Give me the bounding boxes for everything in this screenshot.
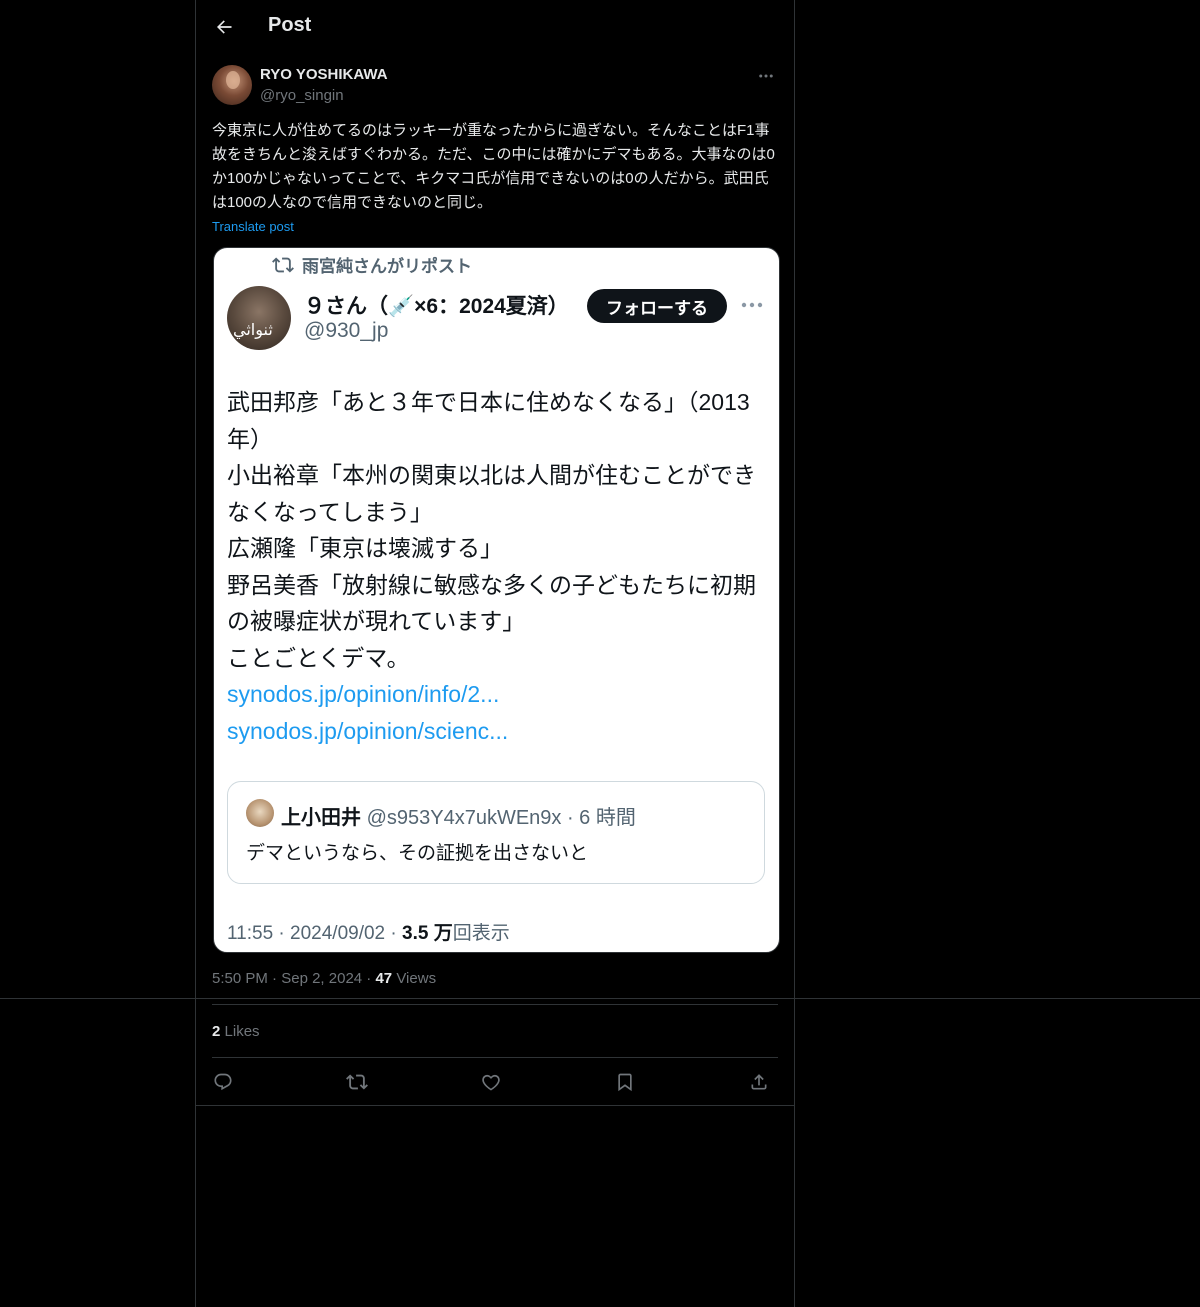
actions-divider — [212, 1057, 778, 1058]
quoted-views-count: 3.5 万 — [402, 923, 453, 944]
quoted-link: synodos.jp/opinion/scienc... — [227, 717, 509, 744]
quoted-line: 武田邦彦「あと３年で日本に住めなくなる」（2013 — [227, 389, 750, 415]
quoted-line: 年） — [227, 425, 273, 452]
repost-indicator: 雨宮純さんがリポスト — [272, 252, 472, 277]
quoted-line: の被曝症状が現れています」 — [227, 608, 526, 634]
back-button[interactable] — [208, 11, 240, 43]
quoted-body: 武田邦彦「あと３年で日本に住めなくなる」（2013 年） 小出裕章「本州の関東以… — [227, 384, 772, 749]
repost-button[interactable] — [342, 1068, 372, 1096]
translate-post-link[interactable]: Translate post — [212, 219, 294, 234]
post-meta: 5:50 PM · Sep 2, 2024 · 47 Views — [212, 970, 437, 987]
likes-stat[interactable]: 2 Likes — [212, 1023, 260, 1040]
page-title: Post — [268, 14, 312, 36]
quoted-author-handle: @930_jp — [304, 319, 389, 342]
nested-quote: 上小田井 @s953Y4x7ukWEn9x · 6 時間 デマというなら、その証… — [227, 781, 765, 884]
quoted-line: ことごとくデマ。 — [227, 644, 410, 671]
nested-author-name: 上小田井 — [281, 807, 361, 829]
quoted-line: 小出裕章「本州の関東以北は人間が住むことができ — [227, 462, 756, 488]
quoted-views-label: 回表示 — [452, 923, 510, 944]
post-image[interactable]: 雨宮純さんがリポスト ثنواثي ９さん（💉×6：2024夏済） @930_j… — [213, 247, 780, 953]
quoted-line: なくなってしまう」 — [227, 498, 433, 525]
quoted-time-text: 11:55 · 2024/09/02 · — [227, 923, 402, 944]
author-handle[interactable]: @ryo_singin — [260, 87, 344, 104]
post-time[interactable]: 5:50 PM — [212, 970, 268, 987]
quoted-more-icon — [739, 295, 765, 315]
more-options-button[interactable] — [754, 64, 778, 88]
quoted-link: synodos.jp/opinion/info/2... — [227, 681, 500, 707]
top-bar: Post — [196, 0, 794, 54]
action-bar — [212, 1068, 778, 1096]
repost-label: 雨宮純さんがリポスト — [302, 257, 472, 276]
likes-label: Likes — [224, 1023, 260, 1040]
share-button[interactable] — [744, 1068, 774, 1096]
reply-button[interactable] — [208, 1068, 238, 1096]
avatar-overlay-text: ثنواثي — [233, 320, 273, 339]
nested-text: デマというなら、その証拠を出さないと — [246, 843, 589, 864]
more-horizontal-icon — [759, 74, 773, 78]
author-name[interactable]: RYO YOSHIKAWA — [260, 66, 388, 83]
like-button[interactable] — [476, 1068, 506, 1096]
quoted-author-name: ９さん（💉×6：2024夏済） — [304, 295, 569, 318]
bookmark-button[interactable] — [610, 1068, 640, 1096]
nested-header: 上小田井 @s953Y4x7ukWEn9x · 6 時間 — [281, 801, 636, 830]
views-label: Views — [396, 970, 437, 987]
quoted-line: 広瀬隆「東京は壊滅する」 — [227, 535, 503, 561]
quoted-line: 野呂美香「放射線に敏感な多くの子どもたちに初期 — [227, 571, 756, 598]
bookmark-icon — [618, 1073, 632, 1092]
post-text: 今東京に人が住めてるのはラッキーが重なったからに過ぎない。そんなことはF1事故を… — [212, 122, 775, 211]
repost-icon — [346, 1074, 368, 1090]
views-count: 47 — [375, 970, 393, 987]
quoted-author-avatar: ثنواثي — [227, 286, 291, 350]
stats-divider — [212, 1004, 778, 1005]
follow-button: フォローする — [587, 289, 727, 323]
nested-meta: @s953Y4x7ukWEn9x · 6 時間 — [366, 807, 636, 829]
share-icon — [751, 1074, 767, 1090]
nested-avatar — [246, 799, 274, 827]
arrow-left-icon — [217, 20, 232, 34]
likes-count: 2 — [212, 1023, 221, 1040]
heart-icon — [482, 1074, 500, 1091]
quoted-timestamp: 11:55 · 2024/09/02 · 3.5 万回表示 — [227, 918, 510, 945]
author-avatar[interactable] — [212, 65, 252, 105]
main-column: Post RYO YOSHIKAWA @ryo_singin 今東京に人が住めて… — [195, 0, 795, 1307]
actions-bottom-divider — [196, 1105, 794, 1106]
repost-icon — [272, 257, 294, 272]
post-date[interactable]: Sep 2, 2024 — [281, 970, 362, 987]
post-author: RYO YOSHIKAWA @ryo_singin — [212, 64, 778, 108]
reply-icon — [214, 1073, 232, 1091]
